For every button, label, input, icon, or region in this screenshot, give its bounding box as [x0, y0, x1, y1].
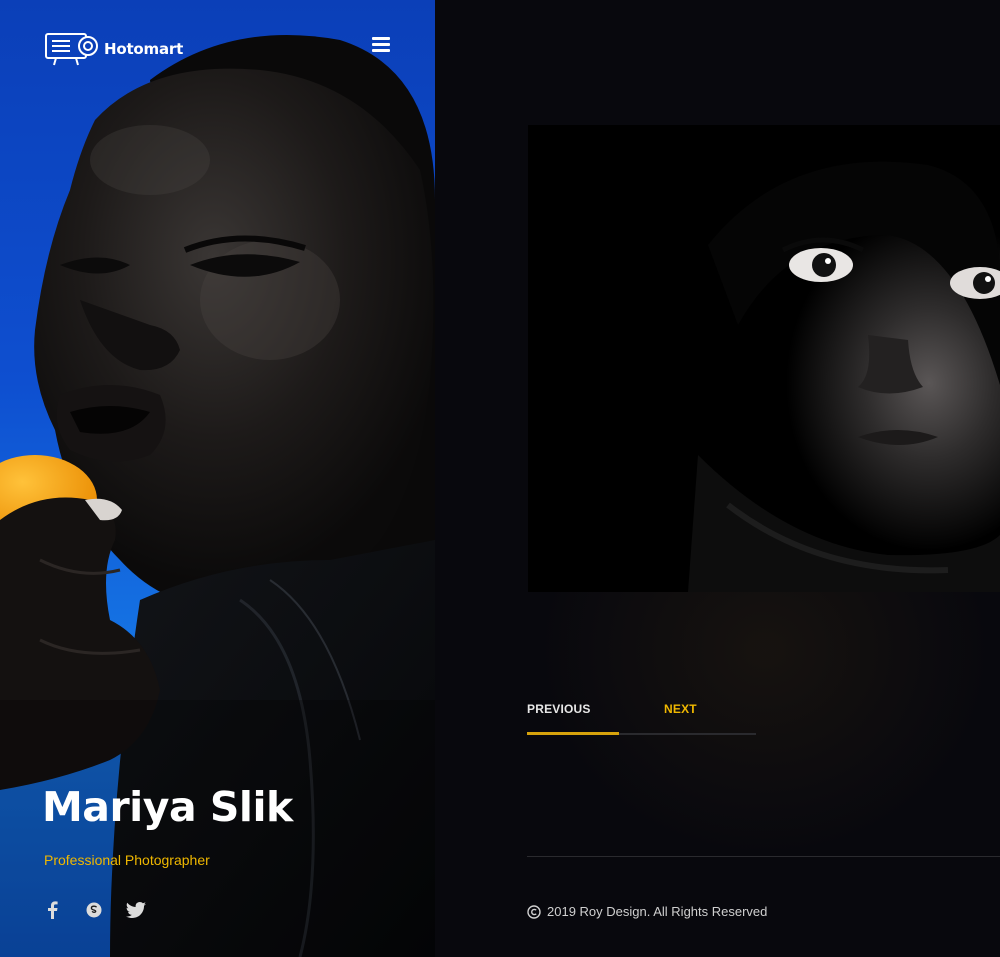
logo[interactable]: Hotomart — [44, 30, 183, 68]
child-portrait-image — [528, 125, 1000, 592]
gallery-panel: PREVIOUS NEXT 2019 Roy Design. All Right… — [435, 0, 1000, 957]
hamburger-menu-icon[interactable] — [372, 37, 390, 53]
skype-icon[interactable] — [84, 900, 104, 920]
footer-copyright: 2019 Roy Design. All Rights Reserved — [527, 904, 767, 919]
profile-role: Professional Photographer — [44, 852, 210, 868]
next-button[interactable]: NEXT — [664, 702, 697, 716]
previous-button[interactable]: PREVIOUS — [527, 702, 591, 716]
copyright-icon — [527, 904, 541, 919]
copyright-text: 2019 Roy Design. All Rights Reserved — [547, 904, 768, 919]
gallery-photo[interactable] — [528, 125, 1000, 592]
facebook-icon[interactable] — [42, 900, 62, 920]
twitter-icon[interactable] — [126, 900, 146, 920]
projector-logo-icon — [45, 33, 98, 66]
gallery-navigation: PREVIOUS NEXT — [527, 702, 756, 736]
profile-name: Mariya Slik — [42, 783, 293, 831]
social-links — [42, 900, 146, 920]
hero-panel: Hotomart Mariya Slik Professional Photog… — [0, 0, 435, 957]
progress-fill — [527, 732, 619, 735]
footer-divider — [527, 856, 1000, 857]
logo-text: Hotomart — [104, 40, 184, 58]
